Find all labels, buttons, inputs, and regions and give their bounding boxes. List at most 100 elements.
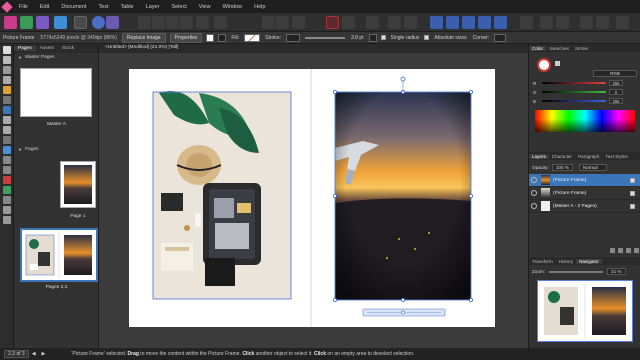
prev-page-button[interactable]: ◀ bbox=[29, 351, 39, 357]
layer-visible-checkbox[interactable] bbox=[630, 178, 635, 183]
menu-text[interactable]: Text bbox=[92, 4, 114, 10]
menu-table[interactable]: Table bbox=[115, 4, 140, 10]
pages-section[interactable]: ▼ Pages bbox=[14, 145, 43, 154]
frame-fit-icon[interactable] bbox=[206, 34, 214, 42]
ellipse-frame-icon[interactable] bbox=[3, 126, 11, 134]
master-a-thumbnail[interactable] bbox=[20, 68, 92, 117]
channel-g-value[interactable]: 0 bbox=[609, 89, 623, 95]
spread-thumbnail[interactable] bbox=[20, 228, 98, 282]
picture-frame-tool-icon[interactable] bbox=[3, 106, 11, 114]
tab-assets[interactable]: Assets bbox=[36, 46, 58, 51]
layer-row[interactable]: (Picture Frame) bbox=[529, 174, 640, 187]
add-layer-icon[interactable] bbox=[610, 248, 615, 253]
fill-swatch[interactable] bbox=[244, 34, 260, 42]
menu-select[interactable]: Select bbox=[165, 4, 192, 10]
stroke-swatch[interactable] bbox=[286, 34, 300, 42]
pencil-tool-icon[interactable] bbox=[3, 86, 11, 94]
menu-view[interactable]: View bbox=[193, 4, 217, 10]
tab-history[interactable]: History bbox=[556, 259, 576, 264]
frame-text-icon[interactable] bbox=[152, 16, 165, 29]
place-image-icon[interactable] bbox=[3, 166, 11, 174]
left-picture-frame[interactable] bbox=[153, 91, 291, 299]
gear-icon[interactable] bbox=[74, 16, 87, 29]
text-wrap-icon[interactable] bbox=[292, 16, 305, 29]
blend-mode-select[interactable]: Normal bbox=[579, 164, 607, 171]
master-pages-section[interactable]: ▼ Master Pages bbox=[14, 53, 98, 62]
tab-navigator[interactable]: Navigator bbox=[576, 259, 602, 264]
bool-divide-icon[interactable] bbox=[596, 16, 609, 29]
mode-select[interactable]: RGB bbox=[593, 70, 637, 77]
image-scale-knob[interactable] bbox=[401, 311, 404, 314]
view-mode-icon[interactable] bbox=[138, 16, 151, 29]
layer-visible-checkbox[interactable] bbox=[630, 204, 635, 209]
table-tool-icon[interactable] bbox=[3, 136, 11, 144]
table-icon[interactable] bbox=[166, 16, 179, 29]
shape-icon[interactable] bbox=[196, 16, 209, 29]
navigator-preview[interactable] bbox=[537, 280, 633, 342]
bool-combine-icon[interactable] bbox=[616, 16, 629, 29]
bool-subtract-icon[interactable] bbox=[556, 16, 569, 29]
crop-tool-icon[interactable] bbox=[3, 156, 11, 164]
photo-persona-icon[interactable] bbox=[20, 16, 33, 29]
snapping-icon[interactable] bbox=[262, 16, 275, 29]
add-group-icon[interactable] bbox=[618, 248, 623, 253]
single-radius-checkbox[interactable] bbox=[381, 35, 386, 40]
align-center-icon[interactable] bbox=[446, 16, 459, 29]
visibility-icon[interactable] bbox=[531, 203, 537, 209]
frame-text-tool-icon[interactable] bbox=[3, 76, 11, 84]
trash-icon[interactable] bbox=[634, 248, 639, 253]
transparency-tool-icon[interactable] bbox=[3, 186, 11, 194]
menu-window[interactable]: Window bbox=[217, 4, 249, 10]
right-picture-frame[interactable] bbox=[335, 92, 471, 300]
stroke-options-icon[interactable] bbox=[369, 34, 377, 42]
page-1-thumbnail[interactable] bbox=[60, 161, 96, 208]
visibility-icon[interactable] bbox=[531, 190, 537, 196]
opacity-value[interactable]: 100 % bbox=[552, 164, 573, 171]
layer-row[interactable]: (Picture Frame) bbox=[529, 187, 640, 200]
absolute-sizes-checkbox[interactable] bbox=[424, 35, 429, 40]
rect-frame-icon[interactable] bbox=[3, 116, 11, 124]
tab-swatches[interactable]: Swatches bbox=[546, 46, 572, 51]
move-tool-icon[interactable] bbox=[3, 46, 11, 54]
bool-add-icon[interactable] bbox=[540, 16, 553, 29]
pen-tool-side-icon[interactable] bbox=[3, 96, 11, 104]
transform-icon[interactable] bbox=[214, 16, 227, 29]
bool-intersect-icon[interactable] bbox=[580, 16, 593, 29]
page-indicator[interactable]: 2,3 of 3 bbox=[4, 350, 29, 358]
tab-character[interactable]: Character bbox=[549, 154, 575, 159]
view-tool-icon[interactable] bbox=[3, 206, 11, 214]
fill-stroke-well[interactable] bbox=[537, 58, 551, 72]
menu-layer[interactable]: Layer bbox=[140, 4, 166, 10]
stroke-width-slider[interactable] bbox=[305, 37, 345, 39]
align-icon[interactable] bbox=[388, 16, 401, 29]
tab-text-styles[interactable]: Text Styles bbox=[602, 154, 630, 159]
tab-stock[interactable]: Stock bbox=[58, 46, 78, 51]
layer-row[interactable]: (Master A - 2 Pages) bbox=[529, 200, 640, 213]
color-eyedropper-icon[interactable] bbox=[555, 61, 560, 66]
color-picker-icon[interactable] bbox=[3, 196, 11, 204]
tab-pages[interactable]: Pages bbox=[14, 46, 36, 51]
mask-icon[interactable] bbox=[626, 248, 631, 253]
menu-document[interactable]: Document bbox=[55, 4, 92, 10]
artistic-text-icon[interactable] bbox=[3, 66, 11, 74]
frame-scale-icon[interactable] bbox=[218, 34, 226, 42]
layer-visible-checkbox[interactable] bbox=[630, 191, 635, 196]
zoom-value[interactable]: 21 % bbox=[607, 268, 625, 275]
channel-r-value[interactable]: 255 bbox=[609, 80, 623, 86]
menu-help[interactable]: Help bbox=[248, 4, 271, 10]
color-spectrum[interactable] bbox=[535, 110, 635, 132]
document-tab[interactable]: <Untitled> [Modified] (21.0%) [Tall] bbox=[105, 45, 178, 50]
pen-tool-icon[interactable] bbox=[326, 16, 339, 29]
canvas[interactable] bbox=[99, 53, 528, 348]
export-persona-icon[interactable] bbox=[54, 16, 67, 29]
channel-b-value[interactable]: 255 bbox=[609, 98, 623, 104]
next-page-button[interactable]: ▶ bbox=[39, 351, 49, 357]
align-top-icon[interactable] bbox=[478, 16, 491, 29]
tab-paragraph[interactable]: Paragraph bbox=[575, 154, 602, 159]
menu-file[interactable]: File bbox=[13, 4, 34, 10]
node-tool-icon[interactable] bbox=[3, 56, 11, 64]
align-left-icon[interactable] bbox=[430, 16, 443, 29]
stroke-width-value[interactable]: 3.8 pt bbox=[348, 35, 367, 41]
channel-b-slider[interactable] bbox=[542, 100, 606, 102]
replace-image-button[interactable]: Replace Image bbox=[122, 33, 166, 43]
